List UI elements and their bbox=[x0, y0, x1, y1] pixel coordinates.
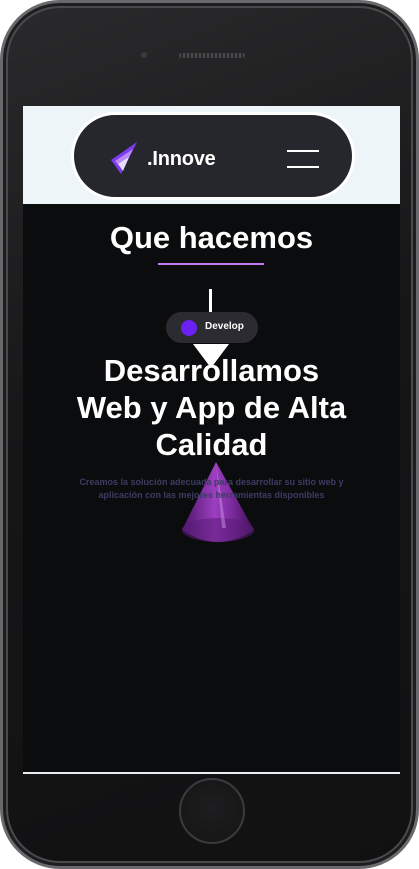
badge-dot-icon bbox=[181, 320, 197, 336]
front-camera bbox=[141, 52, 147, 58]
hamburger-menu-icon[interactable] bbox=[287, 148, 323, 170]
connector-line bbox=[209, 289, 212, 313]
navigation-bar: .Innove bbox=[71, 112, 355, 200]
hero-headline: Desarrollamos Web y App de Alta Calidad bbox=[23, 352, 400, 463]
title-underline bbox=[158, 263, 264, 265]
purple-cone-icon bbox=[182, 462, 254, 542]
subtitle-line-1: Creamos la solución adecuada para desarr… bbox=[79, 477, 344, 487]
phone-screen: .Innove Que hacemos Develop Desarrollamo… bbox=[23, 106, 400, 774]
brand-name[interactable]: .Innove bbox=[147, 148, 216, 171]
innove-logo-icon[interactable] bbox=[109, 140, 139, 176]
headline-line-3: Calidad bbox=[155, 427, 268, 462]
hero-subtitle: Creamos la solución adecuada para desarr… bbox=[63, 476, 360, 502]
top-bar: .Innove bbox=[23, 106, 400, 204]
headline-line-1: Desarrollamos bbox=[103, 353, 320, 388]
earpiece-speaker bbox=[179, 53, 245, 58]
section-title: Que hacemos bbox=[109, 220, 314, 255]
headline-line-2: Web y App de Alta bbox=[76, 390, 347, 425]
home-button[interactable] bbox=[179, 778, 245, 844]
develop-badge: Develop bbox=[166, 312, 258, 343]
phone-frame: .Innove Que hacemos Develop Desarrollamo… bbox=[0, 0, 419, 869]
badge-label: Develop bbox=[205, 321, 244, 332]
subtitle-line-2: aplicación con las mejores herramientas … bbox=[98, 490, 325, 500]
